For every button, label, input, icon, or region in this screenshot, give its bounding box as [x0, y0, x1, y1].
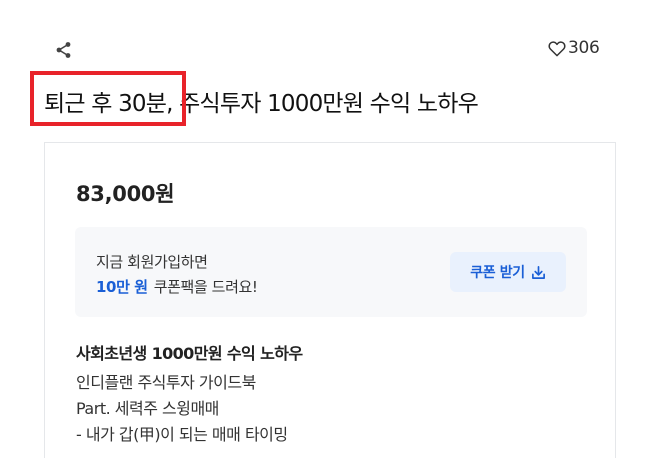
heart-outline-icon [548, 40, 566, 56]
product-page: 306 퇴근 후 30분, 주식투자 1000만원 수익 노하우 83,000원… [0, 0, 649, 458]
highlight-annotation-box [30, 71, 186, 126]
share-icon [56, 42, 71, 58]
product-card: 83,000원 지금 회원가입하면 10만 원 쿠폰팩을 드려요! 쿠폰 받기 사… [44, 142, 616, 458]
promo-text-rest: 쿠폰팩을 드려요! [153, 278, 258, 296]
promo-text-line1: 지금 회원가입하면 [96, 253, 208, 271]
share-button[interactable] [54, 40, 74, 60]
promo-amount: 10만 원 [96, 278, 148, 296]
description-line: Part. 세력주 스윙매매 [76, 399, 219, 418]
description-line: 인디플랜 주식투자 가이드북 [76, 373, 256, 392]
promo-text-line2: 10만 원 쿠폰팩을 드려요! [96, 276, 258, 297]
like-count: 306 [568, 38, 600, 58]
description-line: - 내가 갑(甲)이 되는 매매 타이밍 [76, 425, 288, 444]
description-heading: 사회초년생 1000만원 수익 노하우 [76, 344, 303, 363]
product-price: 83,000원 [76, 182, 175, 206]
download-icon [531, 265, 545, 279]
signup-promo-box: 지금 회원가입하면 10만 원 쿠폰팩을 드려요! 쿠폰 받기 [75, 227, 587, 317]
like-button[interactable]: 306 [548, 38, 600, 58]
get-coupon-button[interactable]: 쿠폰 받기 [450, 252, 566, 292]
coupon-button-label: 쿠폰 받기 [470, 265, 525, 281]
